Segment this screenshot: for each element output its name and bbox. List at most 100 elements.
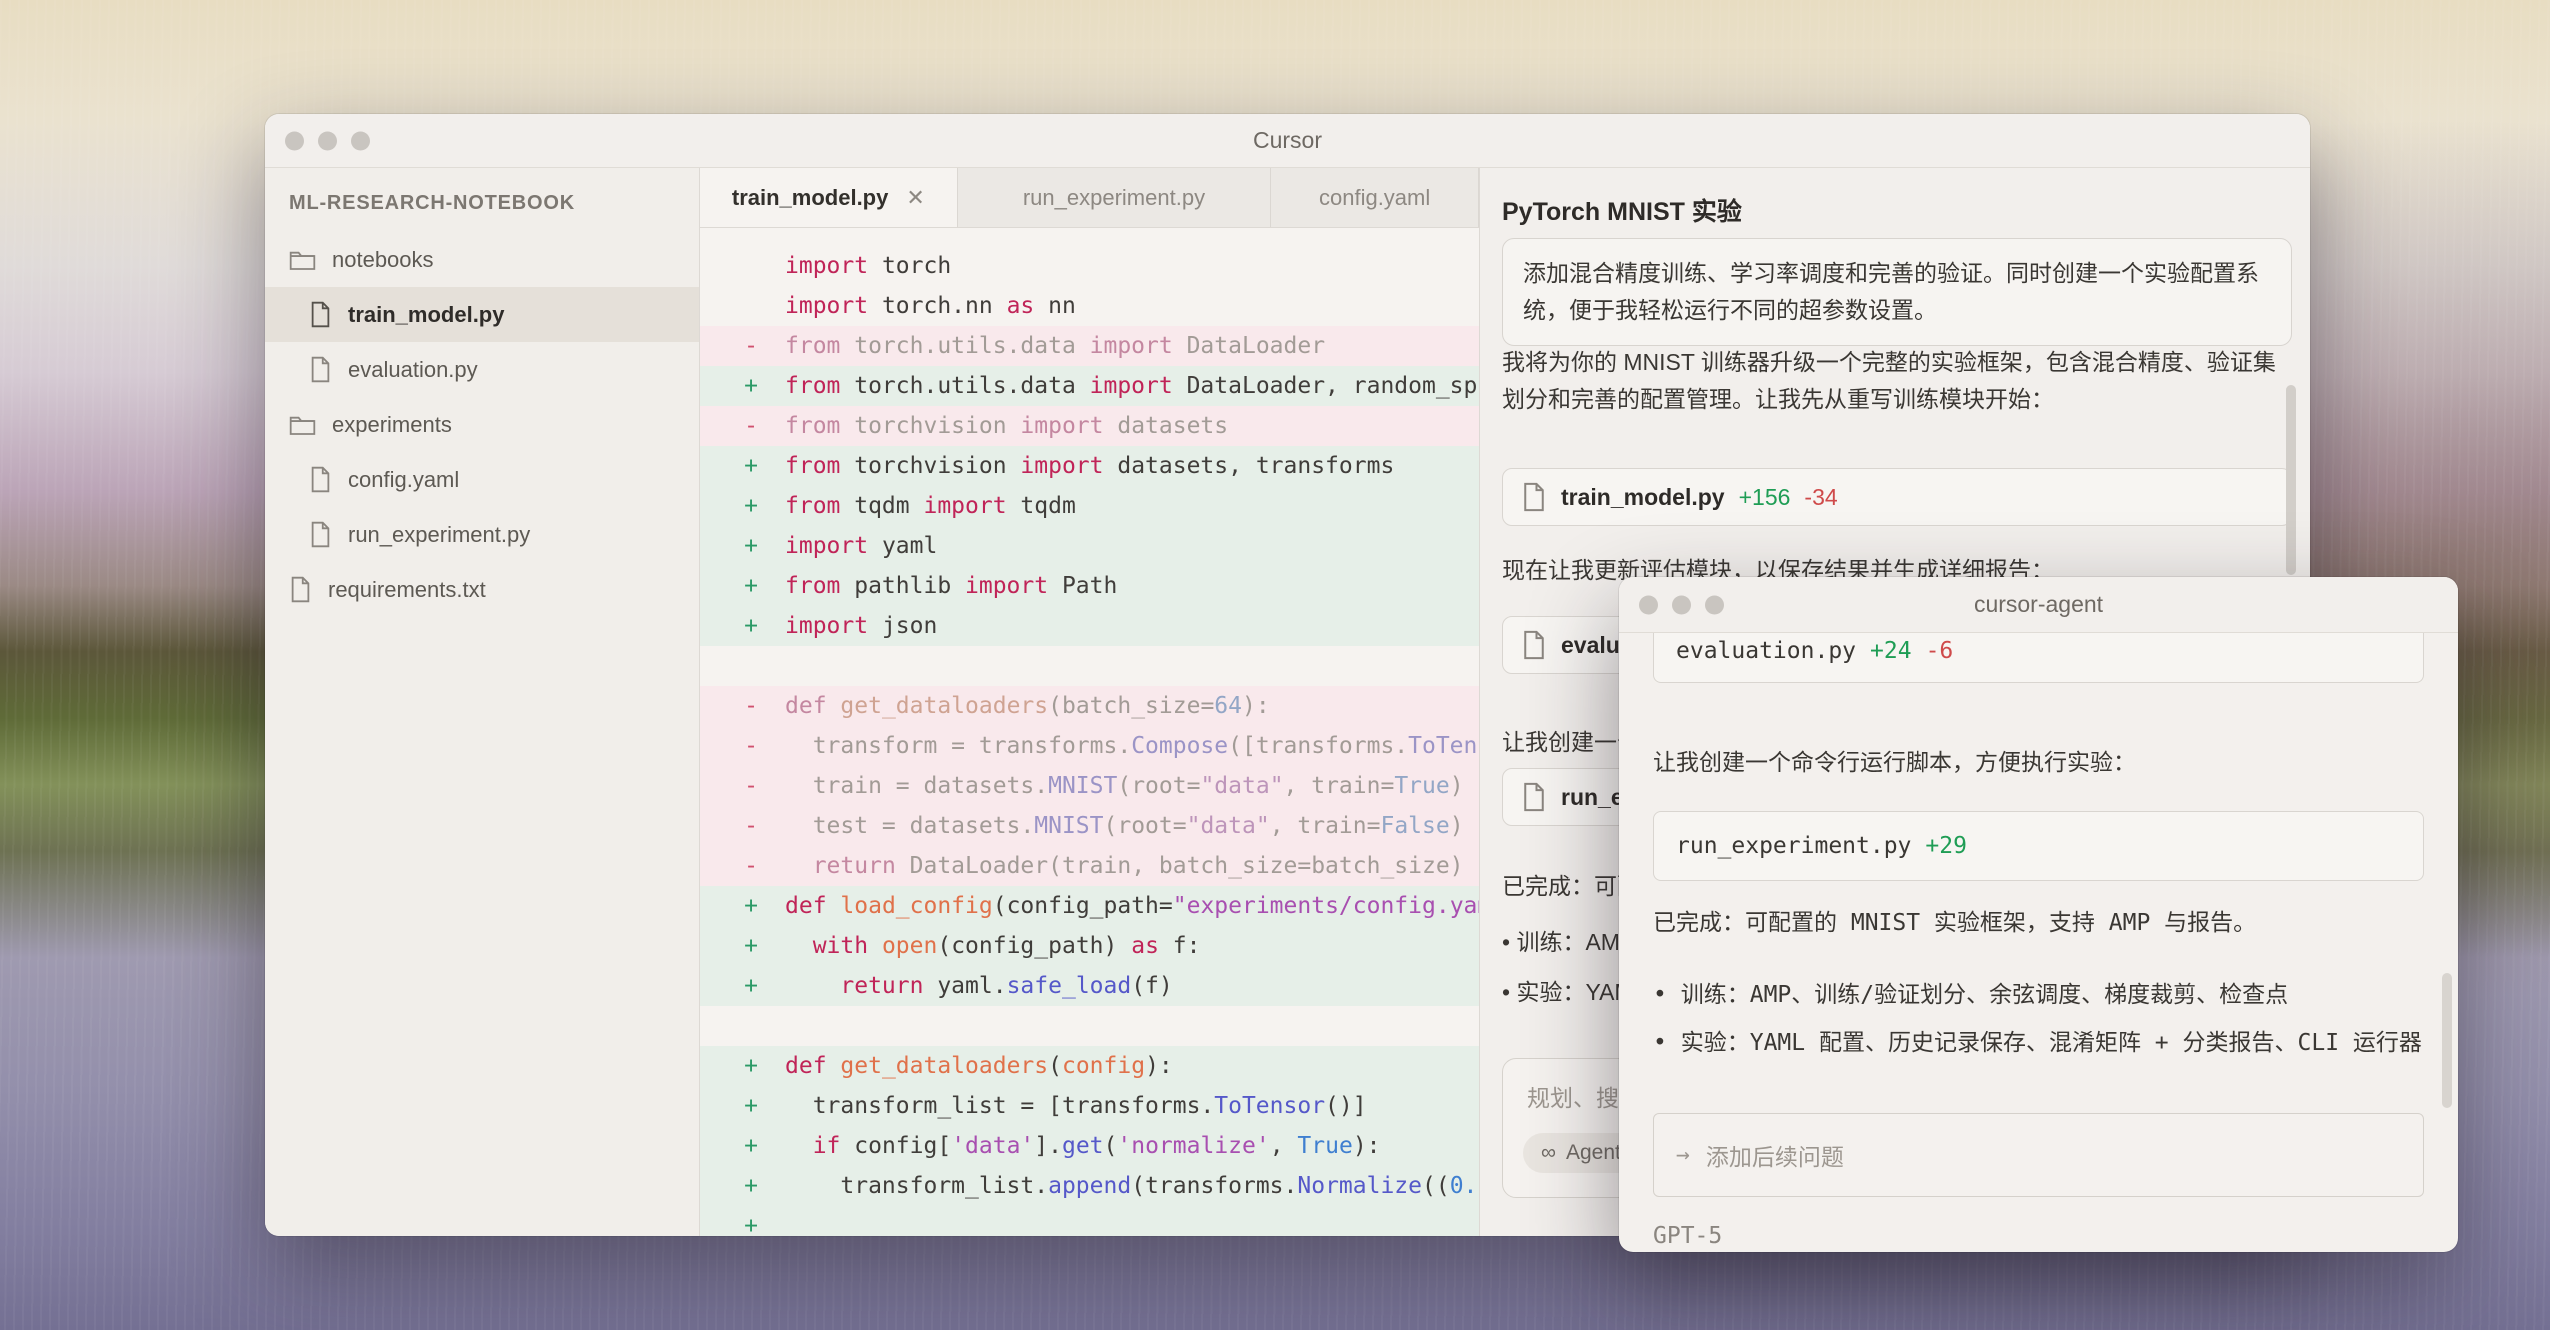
code-line[interactable]: + def load_config(config_path="experiment… [700, 886, 1479, 926]
traffic-lights[interactable] [285, 131, 370, 150]
sidebar-item-requirements-txt[interactable]: requirements.txt [265, 562, 699, 617]
chat-scrollbar[interactable] [2286, 385, 2296, 575]
code-text: import json [785, 613, 938, 639]
code-line[interactable]: + with open(config_path) as f: [700, 926, 1479, 966]
file-explorer-sidebar: ML-RESEARCH-NOTEBOOK notebooks train_mode… [265, 168, 700, 1236]
sidebar-item-label: config.yaml [348, 466, 460, 492]
close-tab-icon[interactable]: ✕ [906, 185, 924, 211]
file-icon [289, 576, 312, 603]
sidebar-item-label: run_experiment.py [348, 521, 531, 547]
tab-config-yaml[interactable]: config.yaml [1271, 168, 1479, 227]
diff-removed-sign: - [744, 733, 758, 759]
bullet-icon: • [1653, 1030, 1667, 1056]
code-line[interactable]: + import json [700, 606, 1479, 646]
file-chip-run-experiment[interactable]: run_experiment.py +29 [1653, 811, 2424, 881]
code-line[interactable]: import torch.nn as nn [700, 286, 1479, 326]
tab-label: train_model.py [731, 184, 889, 210]
sidebar-item-evaluation-py[interactable]: evaluation.py [265, 342, 699, 397]
folder-icon [289, 248, 316, 272]
file-icon [1524, 782, 1544, 812]
code-line[interactable]: + transform_list.append(transforms.Norma… [700, 1166, 1479, 1206]
model-label[interactable]: GPT-5 [1653, 1223, 1722, 1249]
diff-removed-sign: - [744, 413, 758, 439]
diff-removed-sign: - [744, 693, 758, 719]
diff-added-sign: + [744, 613, 758, 639]
code-line[interactable]: - def get_dataloaders(batch_size=64): [700, 686, 1479, 726]
file-chip-train-model[interactable]: train_model.py +156 -34 [1502, 468, 2292, 526]
code-line[interactable]: + return yaml.safe_load(f) [700, 966, 1479, 1006]
file-icon [309, 521, 332, 548]
file-tree: notebooks train_model.py evaluation.py expe… [265, 232, 699, 617]
bullet-icon: • [1502, 979, 1511, 1005]
sidebar-item-train-model-py[interactable]: train_model.py [265, 287, 699, 342]
file-chip-name: train_model.py [1561, 483, 1725, 510]
code-line[interactable] [700, 646, 1479, 686]
code-line[interactable] [700, 1006, 1479, 1046]
code-line[interactable]: + def get_dataloaders(config): [700, 1046, 1479, 1086]
sidebar-item-label: train_model.py [348, 301, 505, 327]
code-line[interactable]: + [700, 1206, 1479, 1236]
code-line[interactable]: + from torchvision import datasets, trans… [700, 446, 1479, 486]
added-count: +29 [1925, 833, 1967, 859]
code-line[interactable]: import torch [700, 246, 1479, 286]
code-text: return DataLoader(train, batch_size=batc… [812, 853, 1464, 879]
minimize-window-button[interactable] [1672, 595, 1691, 614]
code-text: transform_list = [transforms.ToTensor()] [785, 1093, 1367, 1119]
code-line[interactable]: - train = datasets.MNIST(root="data", tr… [700, 766, 1479, 806]
code-line[interactable]: - test = datasets.MNIST(root="data", tra… [700, 806, 1479, 846]
diff-added-sign: + [744, 373, 758, 399]
diff-added-sign: + [744, 1173, 758, 1199]
zoom-window-button[interactable] [1705, 595, 1724, 614]
code-line[interactable]: + from torch.utils.data import DataLoader… [700, 366, 1479, 406]
code-line[interactable]: + if config['data'].get('normalize', Tru… [700, 1126, 1479, 1166]
code-line[interactable]: - from torch.utils.data import DataLoader [700, 326, 1479, 366]
diff-added-sign: + [744, 1213, 758, 1236]
file-chip-name: run_experiment.py [1676, 833, 1912, 859]
file-icon [309, 356, 332, 383]
main-titlebar[interactable]: Cursor [265, 114, 2310, 168]
editor-tab-bar: train_model.py ✕ run_experiment.py config.y… [700, 168, 1479, 228]
tab-train-model-py[interactable]: train_model.py ✕ [700, 168, 958, 227]
traffic-lights[interactable] [1639, 595, 1724, 614]
code-line[interactable]: + transform_list = [transforms.ToTensor(… [700, 1086, 1479, 1126]
close-window-button[interactable] [1639, 595, 1658, 614]
chat-title: PyTorch MNIST 实验 [1502, 198, 1742, 226]
sidebar-item-config-yaml[interactable]: config.yaml [265, 452, 699, 507]
code-line[interactable]: + from pathlib import Path [700, 566, 1479, 606]
code-diff-area[interactable]: import torch import torch.nn as nn - from t… [700, 228, 1479, 1236]
agent-input-box[interactable]: → 添加后续问题 [1653, 1113, 2424, 1197]
code-text: from torch.utils.data import DataLoader,… [785, 373, 1479, 399]
agent-message: 让我创建一个命令行运行脚本，方便执行实验： [1653, 750, 2136, 776]
sidebar-item-experiments[interactable]: experiments [265, 397, 699, 452]
file-chip-evaluation[interactable]: evaluation.py +24 -6 [1653, 633, 2424, 683]
diff-removed-sign: - [744, 333, 758, 359]
removed-count: -6 [1925, 637, 1954, 664]
code-line[interactable]: + from tqdm import tqdm [700, 486, 1479, 526]
code-line[interactable]: - from torchvision import datasets [700, 406, 1479, 446]
code-line[interactable]: + import yaml [700, 526, 1479, 566]
sidebar-item-run-experiment-py[interactable]: run_experiment.py [265, 507, 699, 562]
code-line[interactable]: - transform = transforms.Compose([transf… [700, 726, 1479, 766]
code-text: from torch.utils.data import DataLoader [785, 333, 1326, 359]
infinity-icon: ∞ [1541, 1141, 1556, 1164]
bullet-item: • 实验：YAML 配置、历史记录保存、混淆矩阵 + 分类报告、CLI 运行器 [1653, 1030, 2422, 1056]
tab-label: config.yaml [1318, 184, 1431, 210]
agent-bullet-list: • 训练：AMP、训练/验证划分、余弦调度、梯度裁剪、检查点 • 实验：YAML… [1653, 971, 2425, 1067]
code-line[interactable]: - return DataLoader(train, batch_size=ba… [700, 846, 1479, 886]
code-text: from torchvision import datasets [785, 413, 1229, 439]
code-text: def load_config(config_path="experiments… [785, 893, 1479, 919]
diff-added-sign: + [744, 973, 758, 999]
diff-removed-sign: - [744, 813, 758, 839]
diff-added-sign: + [744, 1093, 758, 1119]
tab-run-experiment-py[interactable]: run_experiment.py [958, 168, 1272, 227]
agent-titlebar[interactable]: cursor-agent [1619, 577, 2458, 633]
agent-scrollbar[interactable] [2442, 973, 2452, 1108]
minimize-window-button[interactable] [318, 131, 337, 150]
bullet-icon: • [1653, 982, 1667, 1008]
close-window-button[interactable] [285, 131, 304, 150]
zoom-window-button[interactable] [351, 131, 370, 150]
added-count: +156 [1738, 483, 1791, 510]
agent-conversation[interactable]: evaluation.py +24 -6 让我创建一个命令行运行脚本，方便执行实… [1619, 633, 2458, 1252]
bullet-icon: • [1502, 929, 1511, 955]
sidebar-item-notebooks[interactable]: notebooks [265, 232, 699, 287]
